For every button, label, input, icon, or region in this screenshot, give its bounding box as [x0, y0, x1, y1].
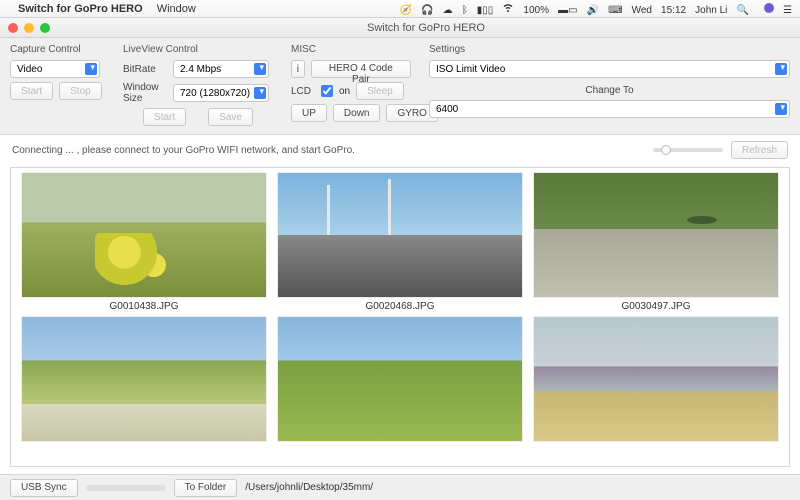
thumbnail-image[interactable] — [533, 172, 779, 298]
thumbnail-filename: G0020468.JPG — [366, 301, 435, 312]
settings-name-select[interactable]: ISO Limit Video — [429, 60, 790, 78]
zoom-slider[interactable] — [653, 148, 723, 152]
menubar-status-area: 🧭 🎧 ☁ ᛒ ▮▯▯ 100% ▬▭ 🔊 ⌨ Wed 15:12 John L… — [394, 1, 792, 16]
connection-status-row: Connecting ... , please connect to your … — [0, 135, 800, 165]
menu-extra-icon[interactable]: ☰ — [783, 5, 792, 16]
lcd-on-text: on — [339, 86, 350, 97]
capture-start-button[interactable]: Start — [10, 82, 53, 100]
compass-icon[interactable]: 🧭 — [400, 5, 412, 16]
menubar-user[interactable]: John Li — [695, 5, 727, 16]
media-gallery[interactable]: G0010438.JPG G0020468.JPG G0030497.JPG — [10, 167, 790, 467]
liveview-title: LiveView Control — [123, 44, 273, 55]
lcd-on-checkbox[interactable] — [321, 85, 333, 97]
close-window-button[interactable] — [8, 23, 18, 33]
settings-group: Settings ISO Limit Video Change To 6400 — [429, 44, 790, 126]
liveview-start-button[interactable]: Start — [143, 108, 186, 126]
window-size-select[interactable]: 720 (1280x720) — [173, 84, 269, 102]
misc-title: MISC — [291, 44, 411, 55]
change-to-label: Change To — [429, 85, 790, 96]
gallery-item[interactable] — [277, 316, 523, 447]
window-title: Switch for GoPro HERO — [60, 22, 792, 34]
capture-stop-button[interactable]: Stop — [59, 82, 102, 100]
battery-1-icon[interactable]: ▮▯▯ — [477, 5, 494, 16]
battery-icon[interactable]: ▬▭ — [558, 5, 577, 16]
gallery-item[interactable]: G0020468.JPG — [277, 172, 523, 314]
thumbnail-image[interactable] — [21, 172, 267, 298]
winsize-label: Window Size — [123, 82, 167, 104]
notification-center-icon[interactable] — [758, 3, 774, 13]
minimize-window-button[interactable] — [24, 23, 34, 33]
macos-menubar: Switch for GoPro HERO Window 🧭 🎧 ☁ ᛒ ▮▯▯… — [0, 0, 800, 18]
connection-status-text: Connecting ... , please connect to your … — [12, 145, 355, 156]
headphones-icon[interactable]: 🎧 — [421, 5, 433, 16]
keyboard-icon[interactable]: ⌨ — [608, 5, 622, 16]
capture-mode-select[interactable]: Video — [10, 60, 100, 78]
usb-sync-button[interactable]: USB Sync — [10, 479, 78, 497]
spotlight-icon[interactable]: 🔍 — [736, 5, 748, 16]
controls-panel: Capture Control Video Start Stop LiveVie… — [0, 38, 800, 135]
gallery-item[interactable] — [533, 316, 779, 447]
bluetooth-icon[interactable]: ᛒ — [462, 5, 468, 16]
capture-title: Capture Control — [10, 44, 105, 55]
gallery-item[interactable] — [21, 316, 267, 447]
thumbnail-image[interactable] — [21, 316, 267, 442]
destination-path: /Users/johnli/Desktop/35mm/ — [245, 482, 373, 493]
settings-title: Settings — [429, 44, 790, 55]
clock-day[interactable]: Wed — [632, 5, 652, 16]
footer-bar: USB Sync To Folder /Users/johnli/Desktop… — [0, 474, 800, 500]
thumbnail-image[interactable] — [533, 316, 779, 442]
battery-percent: 100% — [523, 5, 549, 16]
liveview-save-button[interactable]: Save — [208, 108, 253, 126]
hero4-pair-button[interactable]: HERO 4 Code Pair — [311, 60, 411, 78]
sleep-button[interactable]: Sleep — [356, 82, 404, 100]
zoom-window-button[interactable] — [40, 23, 50, 33]
cloud-icon[interactable]: ☁ — [443, 5, 453, 16]
to-folder-button[interactable]: To Folder — [174, 479, 238, 497]
bitrate-select[interactable]: 2.4 Mbps — [173, 60, 269, 78]
thumbnail-image[interactable] — [277, 316, 523, 442]
misc-group: MISC i HERO 4 Code Pair LCD on Sleep UP … — [291, 44, 411, 126]
volume-icon[interactable]: 🔊 — [587, 5, 599, 16]
misc-info-button[interactable]: i — [291, 60, 305, 78]
down-button[interactable]: Down — [333, 104, 381, 122]
clock-time[interactable]: 15:12 — [661, 5, 686, 16]
window-titlebar: Switch for GoPro HERO — [0, 18, 800, 38]
up-button[interactable]: UP — [291, 104, 327, 122]
settings-value-select[interactable]: 6400 — [429, 100, 790, 118]
liveview-control-group: LiveView Control BitRate 2.4 Mbps Window… — [123, 44, 273, 126]
sync-progress — [86, 485, 166, 491]
wifi-icon[interactable] — [502, 1, 514, 13]
thumbnail-filename: G0010438.JPG — [110, 301, 179, 312]
thumbnail-image[interactable] — [277, 172, 523, 298]
menubar-window[interactable]: Window — [157, 3, 196, 15]
bitrate-label: BitRate — [123, 64, 167, 75]
gallery-item[interactable]: G0030497.JPG — [533, 172, 779, 314]
refresh-button[interactable]: Refresh — [731, 141, 788, 159]
menubar-app-name[interactable]: Switch for GoPro HERO — [18, 3, 143, 15]
gallery-item[interactable]: G0010438.JPG — [21, 172, 267, 314]
capture-control-group: Capture Control Video Start Stop — [10, 44, 105, 126]
thumbnail-filename: G0030497.JPG — [622, 301, 691, 312]
lcd-label: LCD — [291, 86, 315, 97]
